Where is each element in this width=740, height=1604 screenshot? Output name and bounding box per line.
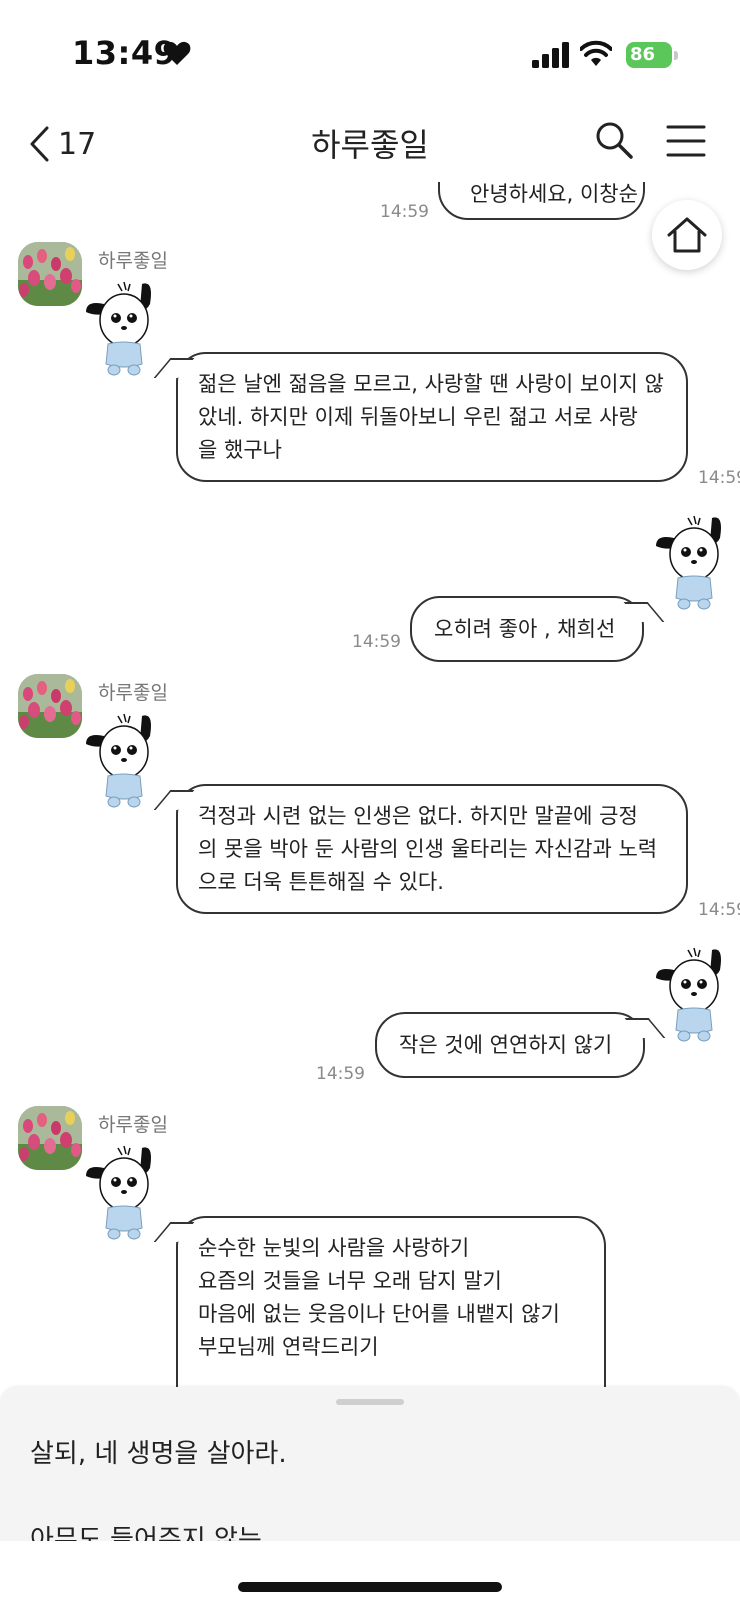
message-text: 오히려 좋아 , 채희선 [434, 617, 616, 641]
sender-name: 하루좋일 [98, 1114, 168, 1136]
tulip-photo [18, 242, 82, 306]
puppy-sticker-icon [86, 713, 151, 808]
tulip-photo [18, 1106, 82, 1170]
wifi-icon [580, 40, 612, 66]
message-text: 젊은 날엔 젊음을 모르고, 사랑할 땐 사랑이 보이지 않 았네. 하지만 이… [198, 372, 664, 462]
message-time: 14:59 [698, 468, 740, 488]
message-bubble-incoming[interactable]: 젊은 날엔 젊음을 모르고, 사랑할 땐 사랑이 보이지 않 았네. 하지만 이… [176, 352, 688, 482]
message-time: 14:59 [352, 632, 401, 652]
home-button[interactable] [652, 200, 722, 270]
sheet-text-line: 아무도 들어주지 않는 [30, 1525, 262, 1541]
sender-avatar[interactable] [18, 242, 82, 306]
puppy-sticker-icon [656, 947, 721, 1042]
sheet-drag-handle[interactable] [336, 1399, 404, 1405]
message-time: 14:59 [380, 202, 429, 222]
battery-icon: 86 [626, 42, 678, 68]
sender-name: 하루좋일 [98, 682, 168, 704]
message-bubble-outgoing[interactable]: 안녕하세요, 이창순 [438, 182, 645, 220]
message-text: 작은 것에 연연하지 않기 [399, 1033, 613, 1057]
status-bar: 13:49 86 [0, 0, 740, 110]
message-time: 14:59 [698, 900, 740, 920]
home-icon [667, 217, 707, 253]
message-text: 걱정과 시련 없는 인생은 없다. 하지만 말끝에 긍정 의 못을 박아 둔 사… [198, 804, 658, 894]
signal-icon [532, 42, 569, 68]
bottom-sheet[interactable]: 살되, 네 생명을 살아라. 아무도 들어주지 않는 [0, 1387, 740, 1541]
sheet-text-line: 살되, 네 생명을 살아라. [30, 1439, 287, 1469]
status-time: 13:49 [72, 34, 177, 72]
sender-avatar[interactable] [18, 1106, 82, 1170]
sender-avatar[interactable] [18, 674, 82, 738]
puppy-sticker-icon [656, 515, 721, 610]
hamburger-menu-icon[interactable] [666, 124, 706, 158]
sender-name: 하루좋일 [98, 250, 168, 272]
message-text: 순수한 눈빛의 사람을 사랑하기 요즘의 것들을 너무 오래 담지 말기 마음에… [198, 1236, 560, 1359]
battery-nub [674, 51, 678, 60]
message-bubble-outgoing[interactable]: 오히려 좋아 , 채희선 [410, 596, 644, 662]
message-bubble-incoming[interactable]: 순수한 눈빛의 사람을 사랑하기 요즘의 것들을 너무 오래 담지 말기 마음에… [176, 1216, 606, 1387]
battery-level: 86 [626, 42, 672, 68]
search-icon[interactable] [594, 120, 634, 160]
puppy-sticker-icon [86, 1145, 151, 1240]
home-indicator[interactable] [238, 1582, 502, 1592]
message-bubble-incoming[interactable]: 걱정과 시련 없는 인생은 없다. 하지만 말끝에 긍정 의 못을 박아 둔 사… [176, 784, 688, 914]
message-time: 14:59 [316, 1064, 365, 1084]
bottom-safe-area [0, 1541, 740, 1604]
chat-header: 17 하루좋일 [0, 110, 740, 182]
chat-messages[interactable]: 안녕하세요, 이창순 14:59 하루좋일 젊은 날엔 젊음을 모르고, 사랑할… [0, 182, 740, 1387]
puppy-sticker-icon [86, 281, 151, 376]
tulip-photo [18, 674, 82, 738]
message-bubble-outgoing[interactable]: 작은 것에 연연하지 않기 [375, 1012, 645, 1078]
heart-icon [163, 41, 191, 65]
message-text: 안녕하세요, 이창순 [470, 182, 638, 206]
